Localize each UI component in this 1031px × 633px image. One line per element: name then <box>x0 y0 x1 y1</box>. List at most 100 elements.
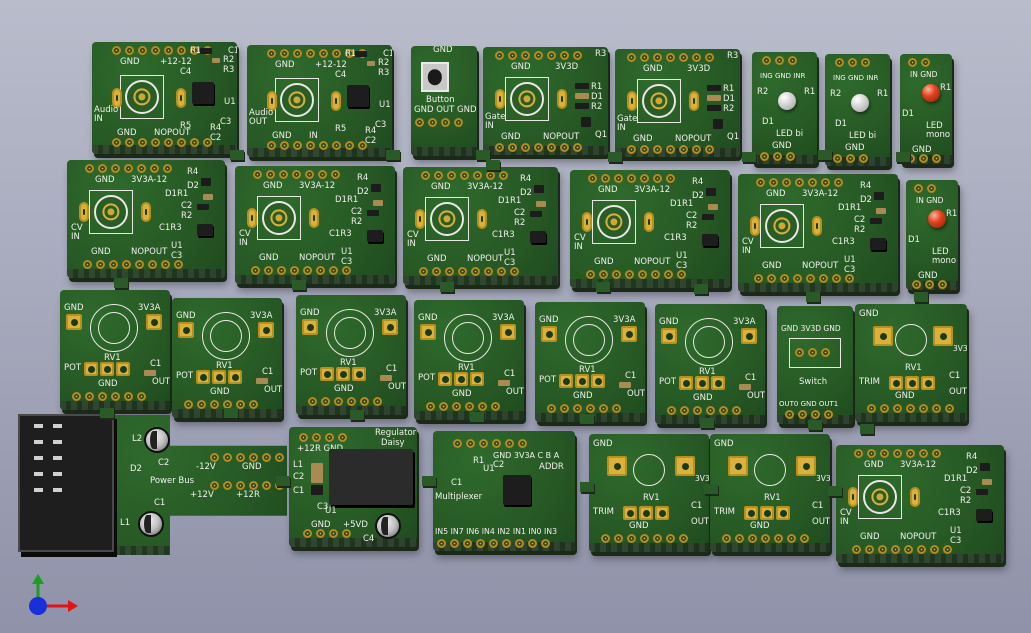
potentiometer-shaft <box>452 322 484 354</box>
label-r2: R2 <box>757 87 769 97</box>
label-supply: 3V3A <box>613 315 636 325</box>
top-pin-header <box>627 53 714 62</box>
capacitor <box>380 375 392 381</box>
label-io: IN <box>309 131 318 141</box>
cv-in-6-board[interactable]: GND 3V3A-12 R4 D2 D1R1 C2 R2 C1R3 U1 C3 CV IN GND NOP… <box>836 445 1004 563</box>
pin-pad <box>560 51 569 60</box>
cv-in-5-board[interactable]: GND 3V3A-12 R4 D2 D1R1 C2 R2 C1R3 U1 C3 CV IN GND NOP… <box>738 174 898 292</box>
multiplexer-board[interactable]: GND 3V3A C B A R1 U1 C2 ADDR C1 Multiplexer IN5… <box>433 431 575 551</box>
label-d2: D2 <box>966 466 978 476</box>
label-c2: C2 <box>854 215 866 225</box>
label-io: NOPOUT <box>802 261 839 271</box>
led-mono-1-board[interactable]: IN GND R1 D1 LED mono GND <box>900 54 952 164</box>
pot-pin <box>116 362 130 376</box>
button-board[interactable]: GND Button GND OUT GND <box>411 46 477 156</box>
label-pins: GND 3V3A C B A <box>493 451 560 460</box>
top-pin-header <box>453 439 527 448</box>
pin-pad <box>705 53 714 62</box>
gate-in-2-board[interactable]: GND 3V3D R3 R1 D1 R2 Q1 Gate IN GND NOPOUT <box>615 49 740 157</box>
capacitor <box>708 204 718 210</box>
cv-in-2-board[interactable]: GND 3V3A-12 R4 D2 D1R1 C2 R2 C1R3 U1 C3 CV IN GND NOP… <box>235 166 395 284</box>
led-mono-2-board[interactable]: IN GND R1 D1 LED mono GND <box>906 180 958 290</box>
label-r3: R3 <box>595 49 607 59</box>
pcb-3d-viewer-canvas[interactable]: GND +12-12 R1 C1 C4 R2 R3 U1 C3 R5 R4 C2 Audio IN GND N… <box>0 0 1031 633</box>
label-gnd: GND <box>593 439 613 449</box>
pin-pad <box>679 145 688 154</box>
label-d2: D2 <box>520 188 532 198</box>
jack-socket <box>430 202 464 236</box>
pin-header <box>415 118 463 127</box>
pin-pad <box>906 449 915 458</box>
label-title: LED bi <box>776 129 804 139</box>
label-d1: D1 <box>723 94 735 104</box>
potentiometer-shaft <box>334 317 366 349</box>
jack-pad <box>477 209 487 229</box>
cv-in-4-board[interactable]: GND 3V3A-12 R4 D2 D1R1 C2 R2 C1R3 U1 C3 CV IN GND NOP… <box>570 170 730 288</box>
top-pin-header <box>756 178 843 187</box>
regulator-board[interactable]: Regulator Daisy +12R GND L1 C2 C1 C3 U1 C4 GND +5V… <box>289 427 417 547</box>
transistor <box>713 119 723 129</box>
label-r2: R2 <box>686 221 698 231</box>
pot-mount-pad <box>178 322 194 338</box>
pin-pad <box>640 53 649 62</box>
label-d1: D1 <box>762 117 774 127</box>
pin-pad <box>786 152 795 161</box>
audio-out-board[interactable]: GND +12-12 R1 C1 C4 R2 R3 U1 C3 R5 R4 C2 Audio OUT GND… <box>247 45 392 157</box>
label-gnd: GND <box>860 532 880 542</box>
pin-pad <box>164 46 173 55</box>
pin-pad <box>586 270 595 279</box>
audio-in-board[interactable]: GND +12-12 R1 C1 C4 R2 R3 U1 C3 R5 R4 C2 Audio IN GND N… <box>92 42 237 154</box>
label-supply: 3V3A <box>695 474 709 483</box>
pin-pad <box>692 53 701 62</box>
pin-pad <box>338 433 347 442</box>
pin-pad <box>795 348 804 357</box>
pot-mount-pad <box>661 328 677 344</box>
trim-3-board[interactable]: GND 3V3A RV1 TRIM C1 OUT GND <box>710 434 830 552</box>
label-gnd: GND <box>418 313 438 323</box>
y-axis-arrow-head <box>32 574 44 584</box>
pot-6-board[interactable]: GND 3V3A RV1 POT C1 OUT GND <box>655 304 765 424</box>
label-r1: R1 <box>591 82 603 92</box>
pin-pad <box>835 58 844 67</box>
label-l2: L2 <box>132 434 143 444</box>
pot-4-board[interactable]: GND 3V3A RV1 POT C1 OUT GND <box>414 300 524 420</box>
ribbon-header-connector[interactable] <box>18 414 114 552</box>
bottom-pin-header <box>72 392 146 401</box>
label-pot: POT <box>659 377 677 387</box>
pot-2-board[interactable]: GND 3V3A RV1 POT C1 OUT GND <box>172 298 282 418</box>
pin-pad <box>854 449 863 458</box>
resistor <box>702 214 714 220</box>
opamp-ic <box>194 224 216 236</box>
diode <box>707 95 721 101</box>
label-d2: D2 <box>692 191 704 201</box>
cv-in-1-board[interactable]: GND 3V3A-12 R4 D2 D1R1 C2 R2 C1R3 U1 C3 CV IN GND NOP… <box>67 160 225 278</box>
switch-board[interactable]: GND 3V3D GND Switch OUT0 GND OUT1 <box>777 306 853 424</box>
jack-socket <box>280 83 314 117</box>
trim-1-board[interactable]: GND 3V3A RV1 TRIM C1 OUT GND <box>855 304 967 422</box>
gate-in-1-board[interactable]: GND 3V3D R3 R1 D1 R2 Q1 Gate IN GND NOPOUT <box>483 47 608 155</box>
label-pot: POT <box>300 368 318 378</box>
break-tab <box>596 282 610 292</box>
resistor <box>976 489 988 495</box>
label-u1: U1 <box>325 506 337 516</box>
power-bus-board[interactable]: D2C2L2Power Bus-12VGND+12V+12RD1C1L1 <box>92 415 287 555</box>
pot-5-board[interactable]: GND 3V3A RV1 POT C1 OUT GND <box>535 302 645 422</box>
pin-pad <box>614 534 623 543</box>
pin-pad <box>798 410 807 419</box>
label-pot: POT <box>64 363 82 373</box>
top-pin-header <box>495 51 582 60</box>
bottom-pin-header <box>267 141 367 150</box>
trim-2-board[interactable]: GND 3V3A RV1 TRIM C1 OUT GND <box>589 434 709 552</box>
pot-mount-pad <box>420 324 436 340</box>
pin-pad <box>852 545 861 554</box>
pin-pad <box>197 400 206 409</box>
cv-in-3-board[interactable]: GND 3V3A-12 R4 D2 D1R1 C2 R2 C1R3 U1 C3 CV IN GND NOP… <box>403 167 558 285</box>
pot-3-board[interactable]: GND 3V3A RV1 POT C1 OUT GND <box>296 295 406 415</box>
label-gnd: GND <box>259 253 279 263</box>
break-tab <box>100 408 114 418</box>
led-bi-2-board[interactable]: ING GND INR R2 R1 D1 LED bi GND <box>825 54 890 166</box>
led-bi-1-board[interactable]: ING GND INR R2 R1 D1 LED bi GND <box>752 52 817 164</box>
pin-pad <box>428 118 437 127</box>
pot-1-board[interactable]: GND 3V3A RV1 POT C1 OUT GND <box>60 290 170 410</box>
resistor <box>575 103 589 109</box>
